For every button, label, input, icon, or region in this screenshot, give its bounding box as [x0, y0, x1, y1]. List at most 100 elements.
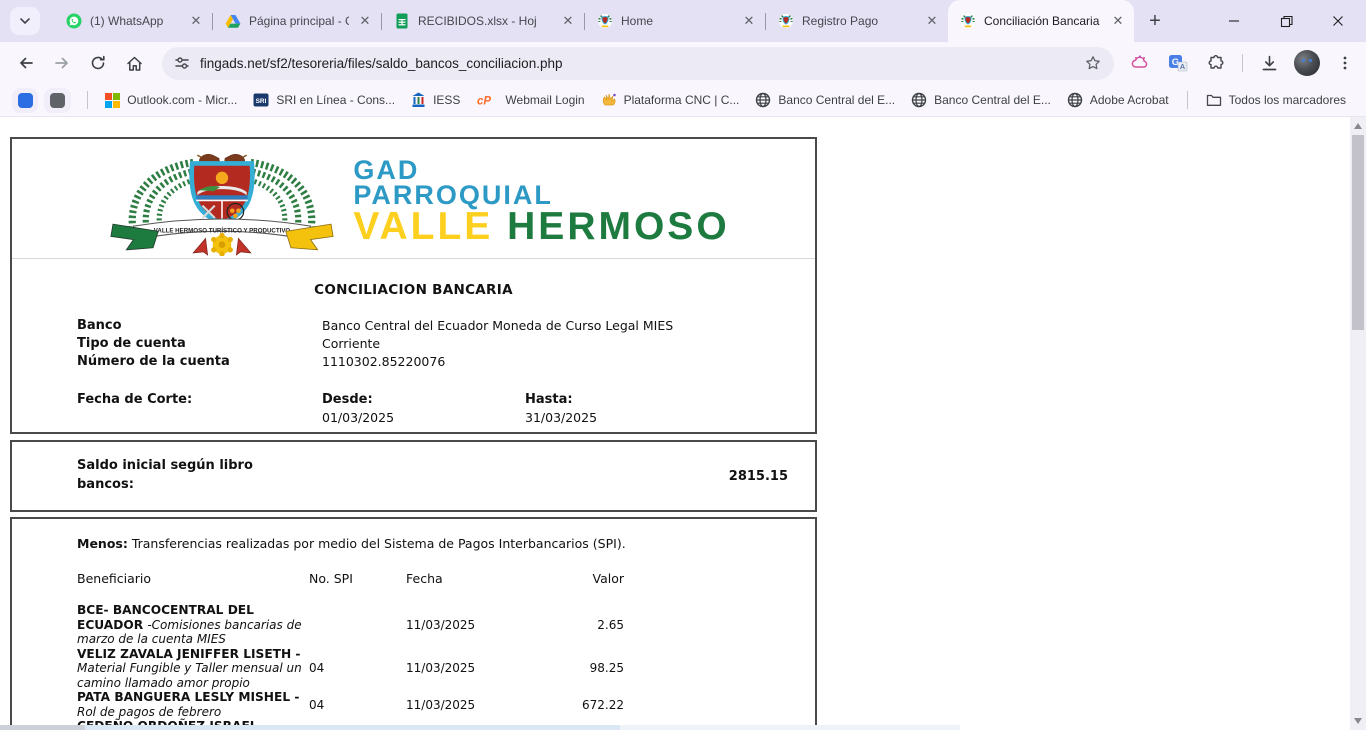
- header-valor: Valor: [512, 571, 624, 586]
- svg-text:SRI: SRI: [256, 98, 267, 105]
- tab-conciliaci-n-bancaria[interactable]: Conciliación Bancaria✕: [948, 0, 1134, 42]
- tab-p-gina-principal-go[interactable]: Página principal - Go ✕: [213, 0, 381, 42]
- tab-close-icon[interactable]: ✕: [1110, 13, 1126, 29]
- bookmark-star-icon[interactable]: [1084, 54, 1102, 72]
- page-viewport: VALLE HERMOSO TURÍSTICO Y PRODUCTIVO GAD…: [0, 117, 1366, 730]
- fecha-cell: 11/03/2025: [406, 698, 512, 712]
- bookmark-outlook-com-micr-[interactable]: Outlook.com - Micr...: [97, 89, 245, 112]
- browser-toolbar: fingads.net/sf2/tesoreria/files/saldo_ba…: [0, 42, 1366, 84]
- gad-favicon: [960, 13, 976, 29]
- bookmark-label: SRI en Línea - Cons...: [276, 93, 395, 107]
- numero-cuenta-value: 1110302.85220076: [322, 354, 815, 369]
- bookmarks-divider: [87, 91, 88, 109]
- desde-value: 01/03/2025: [322, 410, 525, 425]
- tab--1-whatsapp[interactable]: (1) WhatsApp✕: [54, 0, 212, 42]
- close-window-button[interactable]: [1328, 11, 1348, 31]
- beneficiario-cell: PATA BANGUERA LESLY MISHEL - Rol de pago…: [77, 690, 309, 719]
- restore-button[interactable]: [1276, 11, 1296, 31]
- bookmark-banco-central-del-e-[interactable]: Banco Central del E...: [747, 88, 903, 112]
- saldo-inicial-box: Saldo inicial según libro bancos: 2815.1…: [10, 440, 817, 512]
- banco-value: Banco Central del Ecuador Moneda de Curs…: [322, 318, 815, 333]
- valor-cell: 98.25: [512, 661, 624, 675]
- bookmark-banco-central-del-e-[interactable]: Banco Central del E...: [903, 88, 1059, 112]
- scroll-up-arrow[interactable]: [1354, 123, 1362, 129]
- reload-button[interactable]: [82, 47, 114, 79]
- url-text[interactable]: fingads.net/sf2/tesoreria/files/saldo_ba…: [200, 56, 1084, 71]
- bookmark-adobe-acrobat[interactable]: Adobe Acrobat: [1059, 88, 1177, 112]
- tab-registro-pago[interactable]: Registro Pago ✕: [766, 0, 948, 42]
- tab-label: Registro Pago: [802, 14, 916, 28]
- bookmarks-bar: Outlook.com - Micr... SRI SRI en Línea - C…: [0, 84, 1366, 117]
- minimize-button[interactable]: [1224, 11, 1244, 31]
- blue-app-icon: [18, 93, 33, 108]
- back-button[interactable]: [10, 47, 42, 79]
- spi-transfers-box: Menos: Transferencias realizadas por med…: [10, 517, 817, 730]
- theme-cloud-icon[interactable]: [1124, 47, 1156, 79]
- tab-close-icon[interactable]: ✕: [741, 13, 757, 29]
- no-spi-cell: 04: [309, 661, 406, 675]
- scrollbar-thumb[interactable]: [1352, 135, 1364, 330]
- bookmark-label: Plataforma CNC | C...: [624, 93, 740, 107]
- toolbar-right-icons: GA: [1124, 47, 1361, 79]
- sheets-icon: [394, 13, 410, 29]
- header-box: VALLE HERMOSO TURÍSTICO Y PRODUCTIVO GAD…: [10, 137, 817, 434]
- logo-row: VALLE HERMOSO TURÍSTICO Y PRODUCTIVO GAD…: [12, 139, 815, 259]
- toolbar-divider: [1242, 54, 1243, 72]
- tab-close-icon[interactable]: ✕: [357, 13, 373, 29]
- scroll-down-arrow[interactable]: [1354, 718, 1362, 724]
- bookmark-sri-en-l-nea-cons-[interactable]: SRI SRI en Línea - Cons...: [245, 88, 403, 112]
- pinned-app-gray[interactable]: [44, 88, 70, 113]
- site-settings-icon[interactable]: [174, 55, 190, 71]
- sri-icon: SRI: [253, 92, 269, 108]
- gad-emblem-logo: VALLE HERMOSO TURÍSTICO Y PRODUCTIVO: [97, 148, 347, 256]
- hasta-value: 31/03/2025: [525, 410, 815, 425]
- header-no-spi: No. SPI: [309, 571, 406, 586]
- spi-table-rows: BCE- BANCOCENTRAL DEL ECUADOR -Comisione…: [77, 603, 815, 730]
- saldo-inicial-label: Saldo inicial según libro bancos:: [77, 457, 292, 495]
- tab-close-icon[interactable]: ✕: [188, 13, 204, 29]
- menos-line: Menos: Transferencias realizadas por med…: [77, 536, 815, 551]
- logo-word-hermoso: HERMOSO: [507, 205, 730, 248]
- address-bar[interactable]: fingads.net/sf2/tesoreria/files/saldo_ba…: [162, 47, 1114, 80]
- menu-kebab-icon[interactable]: [1329, 47, 1361, 79]
- header-beneficiario: Beneficiario: [77, 571, 309, 586]
- bottom-strip-pale: [620, 725, 960, 730]
- beneficiario-cell: BCE- BANCOCENTRAL DEL ECUADOR -Comisione…: [77, 603, 309, 647]
- fecha-corte-label: Fecha de Corte:: [77, 392, 322, 407]
- header-fecha: Fecha: [406, 571, 512, 586]
- profile-avatar[interactable]: [1291, 47, 1323, 79]
- tab-recibidos-xlsx-hoj[interactable]: RECIBIDOS.xlsx - Hoj✕: [382, 0, 584, 42]
- tab-label: Página principal - Go: [249, 14, 349, 28]
- whatsapp-icon: [66, 13, 82, 29]
- fecha-cell: 11/03/2025: [406, 618, 512, 632]
- hasta-label: Hasta:: [525, 392, 815, 407]
- new-tab-button[interactable]: +: [1142, 8, 1168, 34]
- tab-close-icon[interactable]: ✕: [924, 13, 940, 29]
- translate-icon[interactable]: GA: [1162, 47, 1194, 79]
- bookmark-webmail-login[interactable]: cPWebmail Login: [468, 89, 592, 111]
- gad-favicon: [778, 13, 794, 29]
- microsoft-icon: [105, 93, 120, 108]
- spi-table-header: Beneficiario No. SPI Fecha Valor: [77, 571, 815, 586]
- tab-close-icon[interactable]: ✕: [560, 13, 576, 29]
- forward-button[interactable]: [46, 47, 78, 79]
- extensions-puzzle-icon[interactable]: [1200, 47, 1232, 79]
- tab-home[interactable]: Home✕: [585, 0, 765, 42]
- tipo-cuenta-label: Tipo de cuenta: [77, 336, 322, 351]
- drive-icon: [225, 13, 241, 29]
- gad-favicon: [597, 13, 613, 29]
- menos-bold: Menos:: [77, 536, 128, 551]
- tab-search-chevron-icon[interactable]: [10, 7, 40, 35]
- spi-table-row: BCE- BANCOCENTRAL DEL ECUADOR -Comisione…: [77, 603, 815, 647]
- spi-table-row: VELIZ ZAVALA JENIFFER LISETH - Material …: [77, 647, 815, 691]
- cpanel-icon: cP: [476, 93, 498, 107]
- vertical-scrollbar[interactable]: [1350, 117, 1366, 730]
- pinned-app-blue[interactable]: [12, 88, 38, 113]
- home-button[interactable]: [118, 47, 150, 79]
- logo-word-valle: VALLE: [353, 205, 493, 248]
- all-bookmarks-button[interactable]: Todos los marcadores: [1198, 89, 1354, 111]
- bookmark-plataforma-cnc-c-[interactable]: Plataforma CNC | C...: [593, 88, 748, 112]
- document-title: CONCILIACION BANCARIA: [12, 282, 815, 298]
- downloads-icon[interactable]: [1253, 47, 1285, 79]
- bookmark-iess[interactable]: IESS: [403, 88, 468, 112]
